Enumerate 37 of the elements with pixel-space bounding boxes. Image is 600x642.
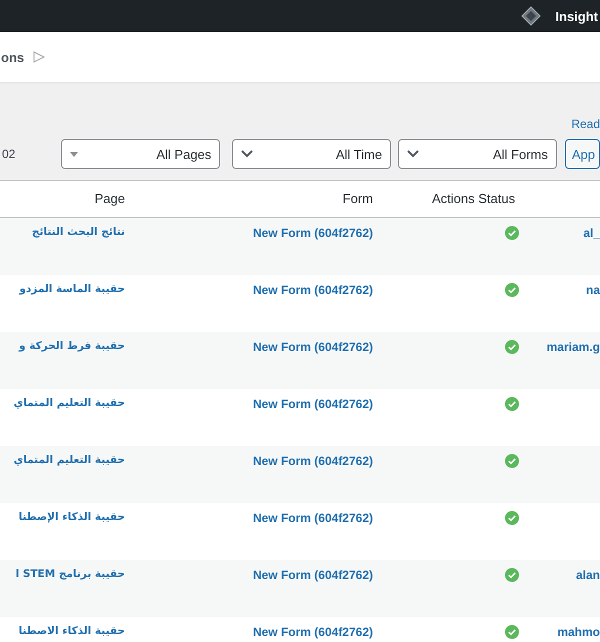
form-link[interactable]: New Form (604f2762) [252, 283, 373, 297]
form-link[interactable]: New Form (604f2762) [252, 397, 373, 411]
read-link[interactable]: Read [571, 117, 600, 131]
page-link[interactable]: حقيبة فرط الحركة و [19, 340, 135, 352]
page-link[interactable]: حقيبة التعليم المتماي [14, 397, 135, 409]
dropdown-arrow-icon [70, 152, 78, 156]
user-link[interactable]: al_ [583, 226, 600, 240]
user-link[interactable]: mahmo [557, 625, 600, 639]
form-link[interactable]: New Form (604f2762) [252, 454, 373, 468]
user-link[interactable]: na [586, 283, 600, 297]
form-link[interactable]: New Form (604f2762) [252, 511, 373, 525]
column-header: Page [94, 191, 125, 206]
page-link[interactable]: حقيبة برنامج l STEM [16, 568, 135, 580]
filter-select[interactable]: All Forms [398, 139, 557, 169]
form-link[interactable]: New Form (604f2762) [252, 568, 373, 582]
form-link[interactable]: New Form (604f2762) [252, 625, 373, 639]
site-name[interactable]: Insight [555, 8, 598, 24]
page-title: ons [1, 50, 24, 64]
filter-select[interactable]: All Time [232, 139, 392, 169]
page-link[interactable]: حقيبة التعليم المتماي [14, 454, 135, 466]
diamond-logo-icon[interactable] [521, 6, 542, 26]
filter-select[interactable]: All Pages [61, 139, 220, 169]
user-link[interactable]: mariam.g [546, 340, 600, 354]
form-link[interactable]: New Form (604f2762) [252, 226, 373, 240]
chevron-down-icon [241, 150, 254, 158]
user-link[interactable]: alan [576, 568, 600, 582]
column-header: Actions Status [432, 191, 516, 206]
form-link[interactable]: New Form (604f2762) [252, 340, 373, 354]
page-link[interactable]: حقيبة الذكاء الاصطنا [18, 625, 135, 637]
page-link[interactable]: حقيبة الماسة المزدو [19, 283, 135, 295]
triangle-outline-icon [32, 50, 46, 64]
apply-button[interactable]: App [564, 139, 600, 169]
item-count: 02 [2, 147, 16, 161]
column-header: Form [342, 191, 373, 206]
page-link[interactable]: حقيبة الذكاء الإصطنا [18, 511, 135, 523]
chevron-down-icon [407, 150, 420, 158]
page-link[interactable]: نتائج البحث النتائج [32, 226, 135, 238]
